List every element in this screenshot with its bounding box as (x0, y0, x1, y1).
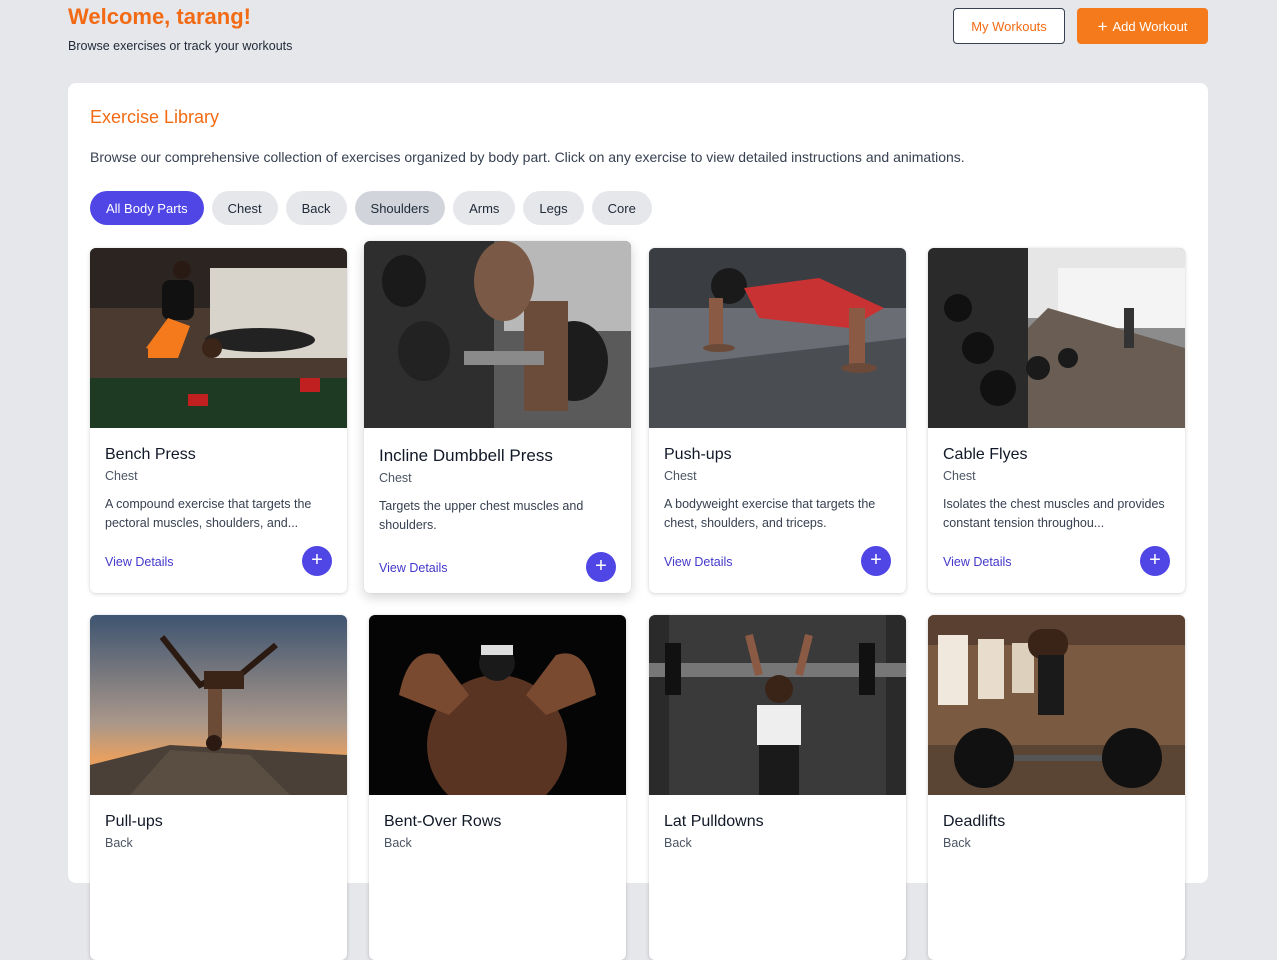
exercise-name: Deadlifts (943, 813, 1006, 830)
exercise-body-part: Chest (379, 471, 412, 485)
exercise-body-part: Chest (105, 469, 138, 483)
filter-all-body-parts[interactable]: All Body Parts (90, 191, 204, 225)
header-actions: My Workouts + Add Workout (953, 8, 1208, 44)
exercise-description: A bodyweight exercise that targets the c… (664, 497, 876, 530)
exercise-library-panel: Exercise Library Browse our comprehensiv… (68, 83, 1208, 960)
exercise-card[interactable]: Lat Pulldowns Back (649, 615, 906, 960)
plus-icon: + (1149, 549, 1161, 571)
card-body: Bent-Over Rows Back (369, 795, 626, 960)
add-exercise-button[interactable]: + (861, 546, 891, 576)
exercise-card[interactable]: Deadlifts Back (928, 615, 1185, 960)
exercise-name: Incline Dumbbell Press (379, 446, 553, 465)
library-description: Browse our comprehensive collection of e… (90, 149, 965, 165)
add-exercise-button[interactable]: + (302, 546, 332, 576)
card-body: Pull-ups Back (90, 795, 347, 960)
exercise-name: Cable Flyes (943, 446, 1028, 463)
add-exercise-button[interactable]: + (586, 552, 616, 582)
exercise-image (649, 615, 906, 795)
exercise-name: Push-ups (664, 446, 732, 463)
plus-icon: + (311, 549, 323, 571)
exercise-card[interactable]: Bench Press Chest A compound exercise th… (90, 248, 347, 593)
filter-back[interactable]: Back (285, 191, 347, 225)
body-part-filters: All Body Parts Chest Back Shoulders Arms… (90, 191, 652, 225)
view-details-link[interactable]: View Details (664, 555, 733, 569)
exercise-body-part: Chest (943, 469, 976, 483)
my-workouts-button[interactable]: My Workouts (953, 8, 1065, 44)
view-details-link[interactable]: View Details (943, 555, 1012, 569)
card-body: Deadlifts Back (928, 795, 1185, 960)
plus-icon: + (595, 555, 607, 577)
exercise-description: Isolates the chest muscles and provides … (943, 497, 1165, 530)
filter-arms[interactable]: Arms (453, 191, 516, 225)
plus-icon: + (1097, 16, 1108, 36)
exercise-name: Pull-ups (105, 813, 163, 830)
card-body: Lat Pulldowns Back (649, 795, 906, 960)
filter-legs[interactable]: Legs (523, 191, 584, 225)
exercise-image (90, 615, 347, 795)
exercise-description: A compound exercise that targets the pec… (105, 497, 312, 530)
plus-icon: + (870, 549, 882, 571)
card-body: Bench Press Chest A compound exercise th… (90, 428, 347, 593)
page-header: Welcome, tarang! Browse exercises or tra… (68, 4, 1208, 64)
exercise-image (928, 248, 1185, 428)
exercise-name: Bench Press (105, 446, 196, 463)
view-details-link[interactable]: View Details (379, 561, 448, 575)
add-exercise-button[interactable]: + (1140, 546, 1170, 576)
exercise-image (369, 615, 626, 795)
library-title: Exercise Library (90, 107, 220, 127)
add-workout-label: Add Workout (1112, 18, 1188, 34)
card-body: Incline Dumbbell Press Chest Targets the… (364, 428, 631, 593)
filter-shoulders[interactable]: Shoulders (354, 191, 446, 225)
exercise-body-part: Back (943, 836, 971, 850)
view-details-link[interactable]: View Details (105, 555, 174, 569)
exercise-card[interactable]: Cable Flyes Chest Isolates the chest mus… (928, 248, 1185, 593)
add-workout-button[interactable]: + Add Workout (1077, 8, 1208, 44)
exercise-card[interactable]: Push-ups Chest A bodyweight exercise tha… (649, 248, 906, 593)
exercise-image (649, 248, 906, 428)
filter-chest[interactable]: Chest (211, 191, 278, 225)
card-body: Push-ups Chest A bodyweight exercise tha… (649, 428, 906, 593)
filter-core[interactable]: Core (591, 191, 652, 225)
exercise-card[interactable]: Pull-ups Back (90, 615, 347, 960)
exercise-description: Targets the upper chest muscles and shou… (379, 499, 584, 532)
exercise-body-part: Back (384, 836, 412, 850)
exercise-body-part: Chest (664, 469, 697, 483)
card-body: Cable Flyes Chest Isolates the chest mus… (928, 428, 1185, 593)
exercise-body-part: Back (105, 836, 133, 850)
exercise-image (364, 241, 631, 428)
exercise-card[interactable]: Incline Dumbbell Press Chest Targets the… (364, 241, 631, 593)
exercise-image (928, 615, 1185, 795)
exercise-image (90, 248, 347, 428)
exercise-body-part: Back (664, 836, 692, 850)
exercise-card[interactable]: Bent-Over Rows Back (369, 615, 626, 960)
exercise-name: Bent-Over Rows (384, 813, 502, 830)
exercise-name: Lat Pulldowns (664, 813, 764, 830)
